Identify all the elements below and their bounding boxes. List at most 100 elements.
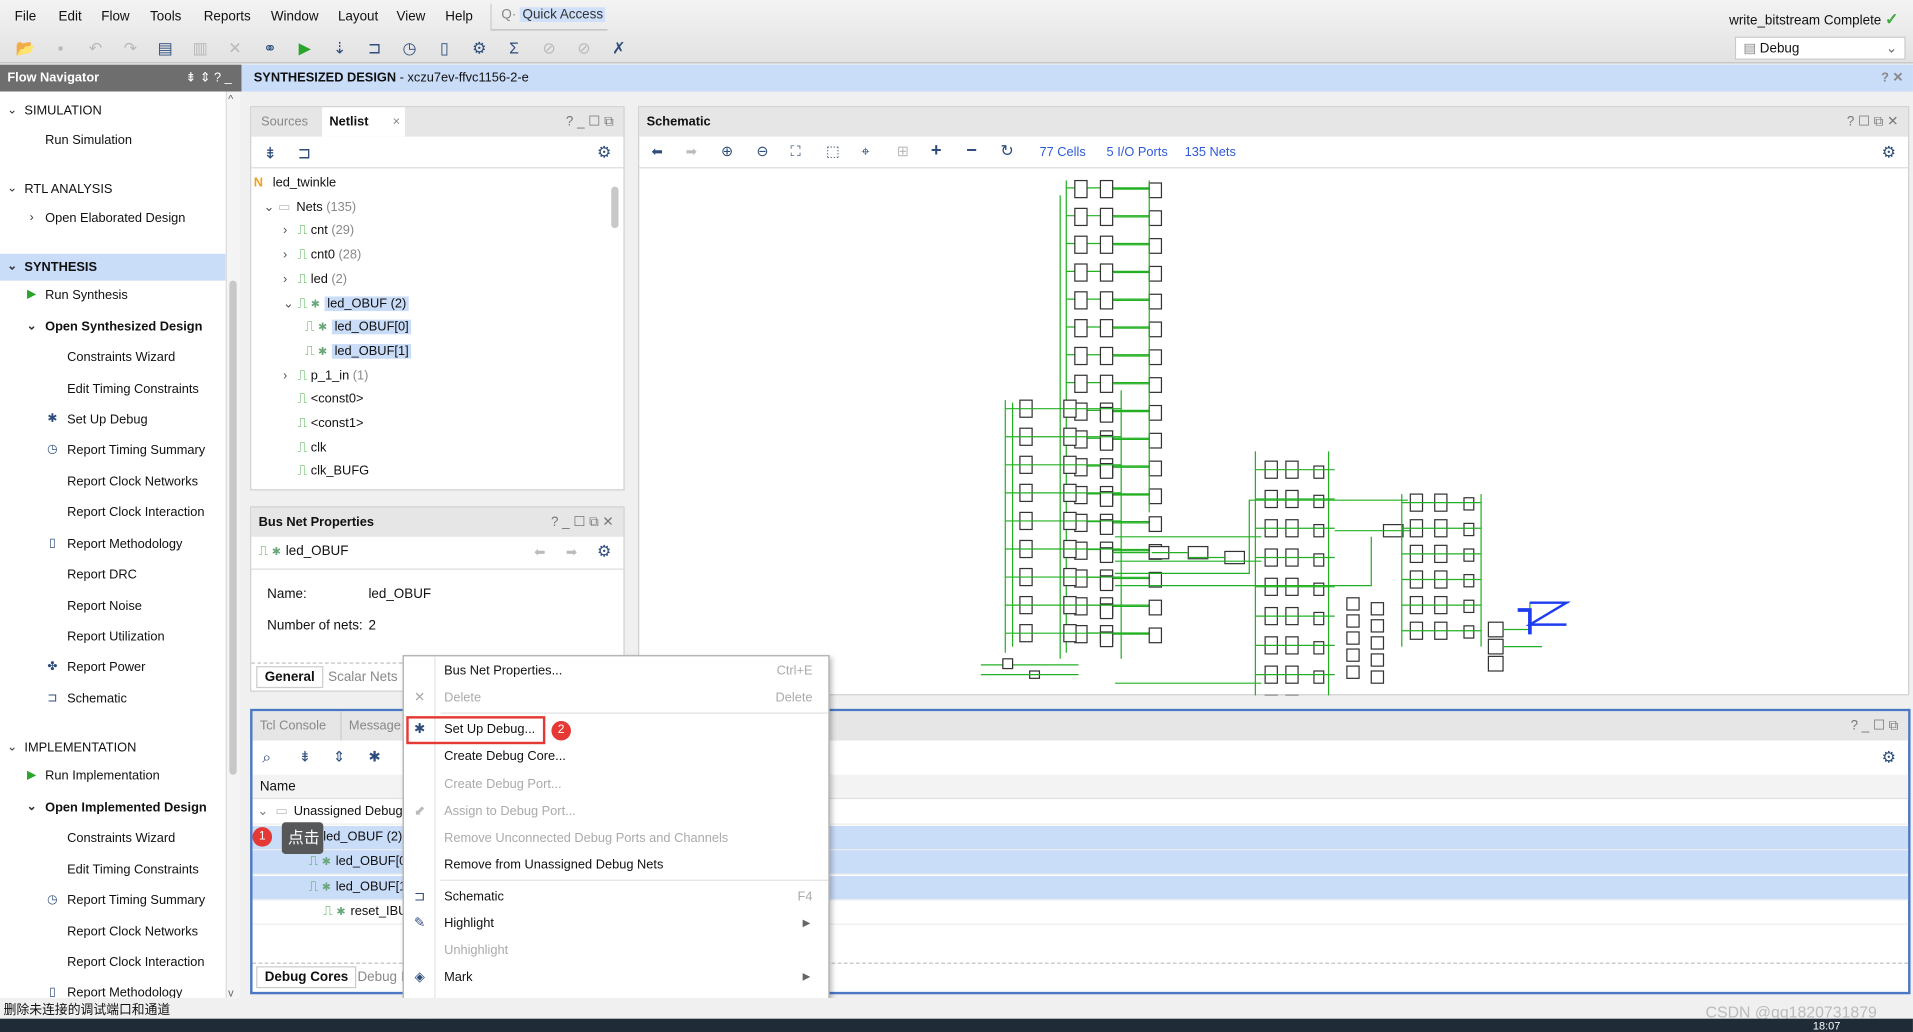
netlist-row[interactable]: ⎍ clk: [283, 436, 327, 459]
schematic-cell[interactable]: [1002, 658, 1014, 670]
forward-icon[interactable]: ➡: [686, 144, 697, 160]
io-ports-link[interactable]: 5 I/O Ports: [1107, 145, 1168, 160]
flow-nav-run-implementation[interactable]: ▶ Run Implementation: [0, 763, 226, 790]
copy-icon[interactable]: ▤: [155, 39, 175, 59]
panel-window-controls[interactable]: ? ☐ ⧉ ✕: [1847, 113, 1899, 130]
flow-nav-edit-timing-constraints[interactable]: Edit Timing Constraints: [0, 376, 226, 403]
flow-nav-constraints-wizard[interactable]: Constraints Wizard: [0, 825, 226, 852]
paste-icon[interactable]: ▥: [190, 39, 210, 59]
timer-icon[interactable]: ◷: [400, 39, 420, 59]
schematic-cell[interactable]: [1099, 491, 1114, 507]
schematic-cell[interactable]: [1487, 655, 1504, 672]
menu-item-assign-to-debug-port[interactable]: Assign to Debug Port...: [444, 798, 822, 825]
tab-messages[interactable]: Message: [340, 711, 408, 741]
schematic-cell[interactable]: [1148, 210, 1163, 227]
schematic-cell[interactable]: [1074, 235, 1088, 254]
disabled-icon[interactable]: ⊘: [539, 39, 559, 59]
schematic-cell[interactable]: [1346, 597, 1360, 611]
schematic-cell[interactable]: [1099, 179, 1114, 199]
tab-tcl-console[interactable]: Tcl Console: [253, 711, 334, 740]
schematic-cell[interactable]: [1074, 374, 1088, 393]
schematic-cell[interactable]: [1099, 603, 1114, 620]
schematic-cell[interactable]: [1148, 293, 1163, 310]
schematic-cell[interactable]: [1099, 235, 1114, 254]
schematic-cell[interactable]: [1099, 406, 1114, 423]
sigma-icon[interactable]: Σ: [504, 39, 524, 59]
flow-nav-open-implemented-design[interactable]: ⌄ Open Implemented Design: [0, 794, 226, 821]
back-icon[interactable]: ⬅: [534, 544, 545, 560]
zoom-fit-icon[interactable]: ⛶: [791, 143, 801, 161]
schematic-cell[interactable]: [1148, 571, 1163, 588]
zoom-area-icon[interactable]: ⬚: [826, 143, 840, 160]
panel-window-controls[interactable]: ? _ ☐ ⧉ ✕: [551, 514, 614, 531]
schematic-cell[interactable]: [1148, 321, 1163, 338]
schematic-cell[interactable]: [1313, 523, 1325, 538]
panel-window-controls[interactable]: ? _ ☐ ⧉: [1851, 717, 1899, 734]
schematic-cell[interactable]: [1187, 545, 1209, 560]
chevron-right-icon[interactable]: ›: [283, 268, 298, 291]
binoculars-icon[interactable]: ⚭: [260, 39, 280, 59]
clipboard-icon[interactable]: ▯: [435, 39, 455, 59]
tab-scalar-nets[interactable]: Scalar Nets: [328, 670, 397, 685]
tab-netlist[interactable]: Netlist ×: [322, 107, 406, 137]
schematic-cell[interactable]: [1463, 574, 1475, 588]
netlist-row[interactable]: › ⎍ p_1_in (1): [283, 364, 368, 387]
netlist-row[interactable]: Nled_twinkle: [254, 172, 336, 195]
schematic-cell[interactable]: [1370, 636, 1385, 650]
schematic-icon[interactable]: ⊐: [365, 39, 385, 59]
netlist-row[interactable]: ⎍ <const0>: [283, 388, 364, 411]
schematic-cell[interactable]: [1313, 641, 1325, 655]
expand-all-icon[interactable]: ⇕: [333, 748, 345, 765]
chevron-down-icon[interactable]: ⌄: [264, 196, 279, 219]
flow-nav-report-timing-summary[interactable]: ◷ Report Timing Summary: [0, 437, 226, 464]
schematic-cell[interactable]: [1148, 599, 1163, 616]
help-close-icons[interactable]: ? ✕: [1881, 71, 1903, 86]
cells-link[interactable]: 77 Cells: [1039, 145, 1085, 160]
schematic-cell[interactable]: [1099, 207, 1114, 227]
schematic-cell[interactable]: [1099, 319, 1114, 338]
forward-icon[interactable]: ➡: [566, 544, 577, 560]
flow-nav-report-timing-summary[interactable]: ◷ Report Timing Summary: [0, 887, 226, 914]
menu-help[interactable]: Help: [445, 10, 473, 25]
chevron-right-icon[interactable]: ›: [283, 220, 298, 243]
schematic-cell[interactable]: [1463, 548, 1475, 562]
menu-window[interactable]: Window: [271, 10, 319, 25]
menu-reports[interactable]: Reports: [204, 10, 251, 25]
schematic-cell[interactable]: [1099, 462, 1114, 479]
highlighted-net[interactable]: [1517, 608, 1532, 635]
schematic-cell[interactable]: [1463, 599, 1475, 614]
menu-tools[interactable]: Tools: [150, 10, 181, 25]
menu-edit[interactable]: Edit: [59, 10, 82, 25]
program-icon[interactable]: ⇣: [330, 39, 350, 59]
flow-nav-report-methodology[interactable]: ▯ Report Methodology: [0, 531, 226, 558]
chevron-right-icon[interactable]: ›: [283, 244, 298, 267]
flow-nav-implementation[interactable]: ⌄ IMPLEMENTATION: [0, 734, 226, 761]
disabled-icon[interactable]: ⊘: [574, 39, 594, 59]
schematic-cell[interactable]: [1487, 638, 1504, 655]
schematic-cell[interactable]: [1099, 547, 1114, 564]
schematic-cell[interactable]: [1463, 522, 1475, 537]
schematic-cell[interactable]: [1148, 182, 1163, 199]
flow-nav-set-up-debug[interactable]: ✱ Set Up Debug: [0, 406, 226, 433]
schematic-cell[interactable]: [1074, 179, 1088, 199]
schematic-cell[interactable]: [1074, 207, 1088, 227]
schematic-cell[interactable]: [1346, 665, 1360, 679]
netlist-scrollbar[interactable]: [610, 174, 621, 486]
collapse-all-icon[interactable]: ⇟: [264, 144, 277, 164]
flow-nav-schematic[interactable]: ⊐ Schematic: [0, 686, 226, 713]
tab-debug-nets[interactable]: Debug I: [357, 970, 404, 985]
flow-nav-run-synthesis[interactable]: ▶ Run Synthesis: [0, 282, 226, 309]
panel-window-controls[interactable]: ? _ ☐ ⧉: [566, 113, 614, 130]
flow-nav-edit-timing-constraints[interactable]: Edit Timing Constraints: [0, 856, 226, 883]
run-icon[interactable]: ▶: [295, 39, 315, 59]
flow-nav-report-clock-interaction[interactable]: Report Clock Interaction: [0, 499, 226, 526]
menu-flow[interactable]: Flow: [101, 10, 129, 25]
schematic-cell[interactable]: [1463, 625, 1475, 639]
panel-controls[interactable]: ⇟ ⇕ ? _: [185, 71, 231, 86]
schematic-cell[interactable]: [1074, 346, 1088, 366]
refresh-icon[interactable]: ↻: [1000, 142, 1013, 162]
quick-access-search[interactable]: Q· Quick Access: [490, 3, 608, 31]
close-icon[interactable]: ×: [393, 115, 400, 130]
netlist-row[interactable]: › ⎍ led (2): [283, 268, 347, 291]
gear-icon[interactable]: ⚙: [1882, 748, 1896, 768]
